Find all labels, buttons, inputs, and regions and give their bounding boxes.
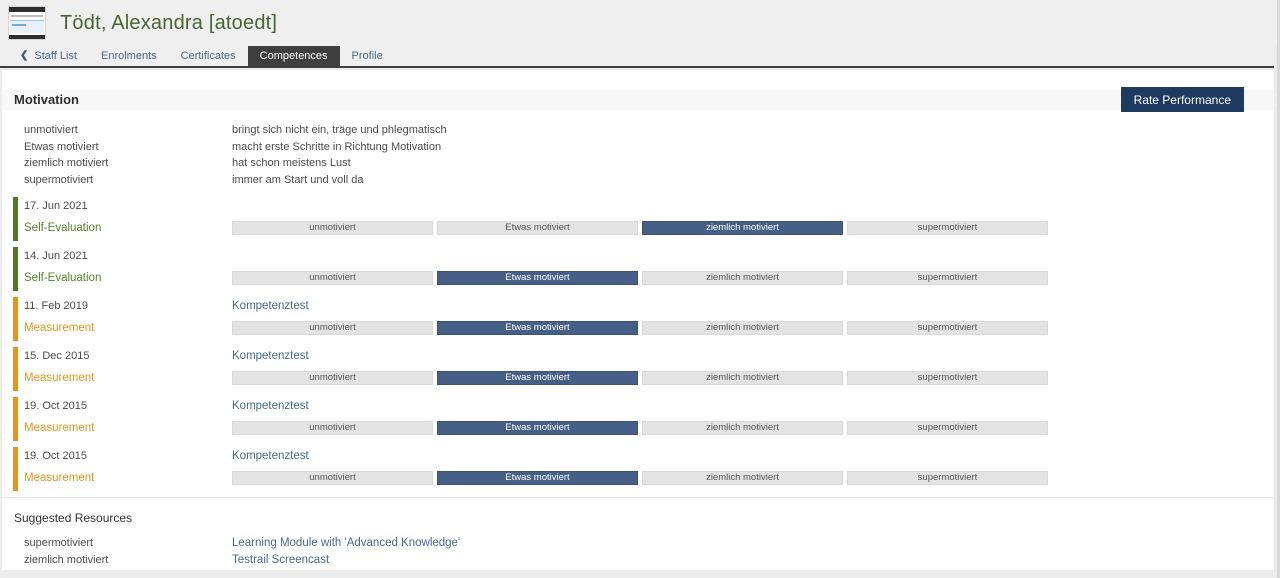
evaluation-list: 17. Jun 2021 Self-Evaluation unmotiviert… bbox=[13, 197, 1274, 491]
rating-scale-bar: unmotiviert Etwas motiviert ziemlich motiv… bbox=[232, 421, 1048, 435]
rating-scale-bar: unmotiviert Etwas motiviert ziemlich motiv… bbox=[232, 221, 1048, 235]
legend-level-description: immer am Start und voll da bbox=[232, 172, 1274, 189]
evaluation-type-label: Measurement bbox=[24, 372, 232, 391]
tab-profile[interactable]: Profile bbox=[340, 46, 395, 66]
evaluation-type-label: Self-Evaluation bbox=[24, 222, 232, 241]
competence-test-link[interactable]: Kompetenztest bbox=[232, 400, 309, 412]
rating-scale-bar: unmotiviert Etwas motiviert ziemlich motiv… bbox=[232, 271, 1048, 285]
tab-label: Staff List bbox=[34, 50, 77, 62]
tab-staff-list[interactable]: ❮ Staff List bbox=[8, 46, 89, 66]
suggested-resources-list: supermotiviert Learning Module with 'Adv… bbox=[2, 535, 1274, 569]
rating-segment: ziemlich motiviert bbox=[642, 471, 843, 485]
competence-test-link[interactable]: Kompetenztest bbox=[232, 450, 309, 462]
rating-segment: supermotiviert bbox=[847, 471, 1048, 485]
rating-segment: ziemlich motiviert bbox=[642, 221, 843, 235]
evaluation-date: 15. Dec 2015 bbox=[24, 350, 232, 369]
page-header: Tödt, Alexandra [atoedt] bbox=[0, 0, 1280, 46]
rating-segment: Etwas motiviert bbox=[437, 221, 638, 235]
rating-segment: supermotiviert bbox=[847, 421, 1048, 435]
rating-segment: supermotiviert bbox=[847, 221, 1048, 235]
evaluation-date: 19. Oct 2015 bbox=[24, 450, 232, 469]
evaluation-test-cell: Kompetenztest bbox=[232, 300, 1048, 319]
rating-segment: supermotiviert bbox=[847, 271, 1048, 285]
evaluation-row: 19. Oct 2015 Kompetenztest Measurement u… bbox=[13, 397, 1274, 441]
evaluation-row: 15. Dec 2015 Kompetenztest Measurement u… bbox=[13, 347, 1274, 391]
evaluation-date: 19. Oct 2015 bbox=[24, 400, 232, 419]
evaluation-date: 17. Jun 2021 bbox=[24, 200, 232, 219]
rating-segment: Etwas motiviert bbox=[437, 421, 638, 435]
competence-test-link[interactable]: Kompetenztest bbox=[232, 300, 309, 312]
competence-test-link[interactable]: Kompetenztest bbox=[232, 350, 309, 362]
rating-segment: unmotiviert bbox=[232, 271, 433, 285]
tab-competences[interactable]: Competences bbox=[248, 46, 340, 66]
suggested-resources-title: Suggested Resources bbox=[2, 498, 1274, 535]
app-logo-thumbnail-icon bbox=[8, 6, 46, 40]
evaluation-row: 14. Jun 2021 Self-Evaluation unmotiviert… bbox=[13, 247, 1274, 291]
evaluation-row: 11. Feb 2019 Kompetenztest Measurement u… bbox=[13, 297, 1274, 341]
evaluation-test-cell: Kompetenztest bbox=[232, 450, 1048, 469]
rating-segment: ziemlich motiviert bbox=[642, 271, 843, 285]
rating-segment: Etwas motiviert bbox=[437, 471, 638, 485]
legend-level-label: supermotiviert bbox=[24, 172, 232, 189]
legend-row: unmotiviert bringt sich nicht ein, träge… bbox=[2, 122, 1274, 139]
content-panel: Motivation Rate Performance unmotiviert … bbox=[2, 70, 1274, 570]
rating-segment: unmotiviert bbox=[232, 321, 433, 335]
rating-scale-bar: unmotiviert Etwas motiviert ziemlich motiv… bbox=[232, 321, 1048, 335]
evaluation-type-label: Measurement bbox=[24, 422, 232, 441]
rating-segment: ziemlich motiviert bbox=[642, 321, 843, 335]
tab-label: Enrolments bbox=[101, 50, 157, 62]
section-title: Motivation bbox=[14, 92, 79, 107]
rating-segment: supermotiviert bbox=[847, 321, 1048, 335]
rating-segment: Etwas motiviert bbox=[437, 271, 638, 285]
evaluation-test-cell bbox=[232, 250, 1048, 269]
rating-segment: unmotiviert bbox=[232, 371, 433, 385]
resource-link[interactable]: Testrail Screencast bbox=[232, 554, 329, 566]
chevron-left-icon: ❮ bbox=[20, 51, 28, 61]
rating-segment: unmotiviert bbox=[232, 471, 433, 485]
legend-level-label: unmotiviert bbox=[24, 122, 232, 139]
evaluation-type-label: Measurement bbox=[24, 322, 232, 341]
tab-label: Profile bbox=[352, 50, 383, 62]
resource-level-label: ziemlich motiviert bbox=[24, 552, 232, 569]
resource-level-label: supermotiviert bbox=[24, 535, 232, 552]
evaluation-row: 17. Jun 2021 Self-Evaluation unmotiviert… bbox=[13, 197, 1274, 241]
page-title: Tödt, Alexandra [atoedt] bbox=[60, 12, 277, 35]
rate-performance-button[interactable]: Rate Performance bbox=[1121, 87, 1244, 112]
suggested-resource-row: ziemlich motiviert Testrail Screencast bbox=[2, 552, 1274, 569]
tab-label: Competences bbox=[260, 50, 328, 62]
rating-segment: supermotiviert bbox=[847, 371, 1048, 385]
tab-enrolments[interactable]: Enrolments bbox=[89, 46, 169, 66]
rating-segment: ziemlich motiviert bbox=[642, 371, 843, 385]
tab-bar: ❮ Staff List Enrolments Certificates Com… bbox=[0, 46, 1274, 68]
rating-segment: ziemlich motiviert bbox=[642, 421, 843, 435]
rating-scale-bar: unmotiviert Etwas motiviert ziemlich motiv… bbox=[232, 471, 1048, 485]
tab-label: Certificates bbox=[181, 50, 236, 62]
evaluation-type-label: Measurement bbox=[24, 472, 232, 491]
evaluation-row: 19. Oct 2015 Kompetenztest Measurement u… bbox=[13, 447, 1274, 491]
legend-level-label: ziemlich motiviert bbox=[24, 155, 232, 172]
evaluation-test-cell bbox=[232, 200, 1048, 219]
rating-scale-bar: unmotiviert Etwas motiviert ziemlich motiv… bbox=[232, 371, 1048, 385]
legend-level-description: bringt sich nicht ein, träge und phlegma… bbox=[232, 122, 1274, 139]
legend-level-description: hat schon meistens Lust bbox=[232, 155, 1274, 172]
evaluation-date: 11. Feb 2019 bbox=[24, 300, 232, 319]
rating-segment: Etwas motiviert bbox=[437, 321, 638, 335]
legend-row: Etwas motiviert macht erste Schritte in … bbox=[2, 139, 1274, 156]
legend-row: ziemlich motiviert hat schon meistens Lu… bbox=[2, 155, 1274, 172]
legend-row: supermotiviert immer am Start und voll d… bbox=[2, 172, 1274, 189]
evaluation-date: 14. Jun 2021 bbox=[24, 250, 232, 269]
legend-level-description: macht erste Schritte in Richtung Motivat… bbox=[232, 139, 1274, 156]
legend-level-label: Etwas motiviert bbox=[24, 139, 232, 156]
scale-legend: unmotiviert bringt sich nicht ein, träge… bbox=[2, 122, 1274, 188]
evaluation-type-label: Self-Evaluation bbox=[24, 272, 232, 291]
tab-certificates[interactable]: Certificates bbox=[169, 46, 248, 66]
rating-segment: Etwas motiviert bbox=[437, 371, 638, 385]
suggested-resource-row: supermotiviert Learning Module with 'Adv… bbox=[2, 535, 1274, 552]
rating-segment: unmotiviert bbox=[232, 421, 433, 435]
rating-segment: unmotiviert bbox=[232, 221, 433, 235]
evaluation-test-cell: Kompetenztest bbox=[232, 400, 1048, 419]
section-header-motivation: Motivation Rate Performance bbox=[2, 90, 1274, 110]
evaluation-test-cell: Kompetenztest bbox=[232, 350, 1048, 369]
resource-link[interactable]: Learning Module with 'Advanced Knowledge… bbox=[232, 537, 460, 549]
